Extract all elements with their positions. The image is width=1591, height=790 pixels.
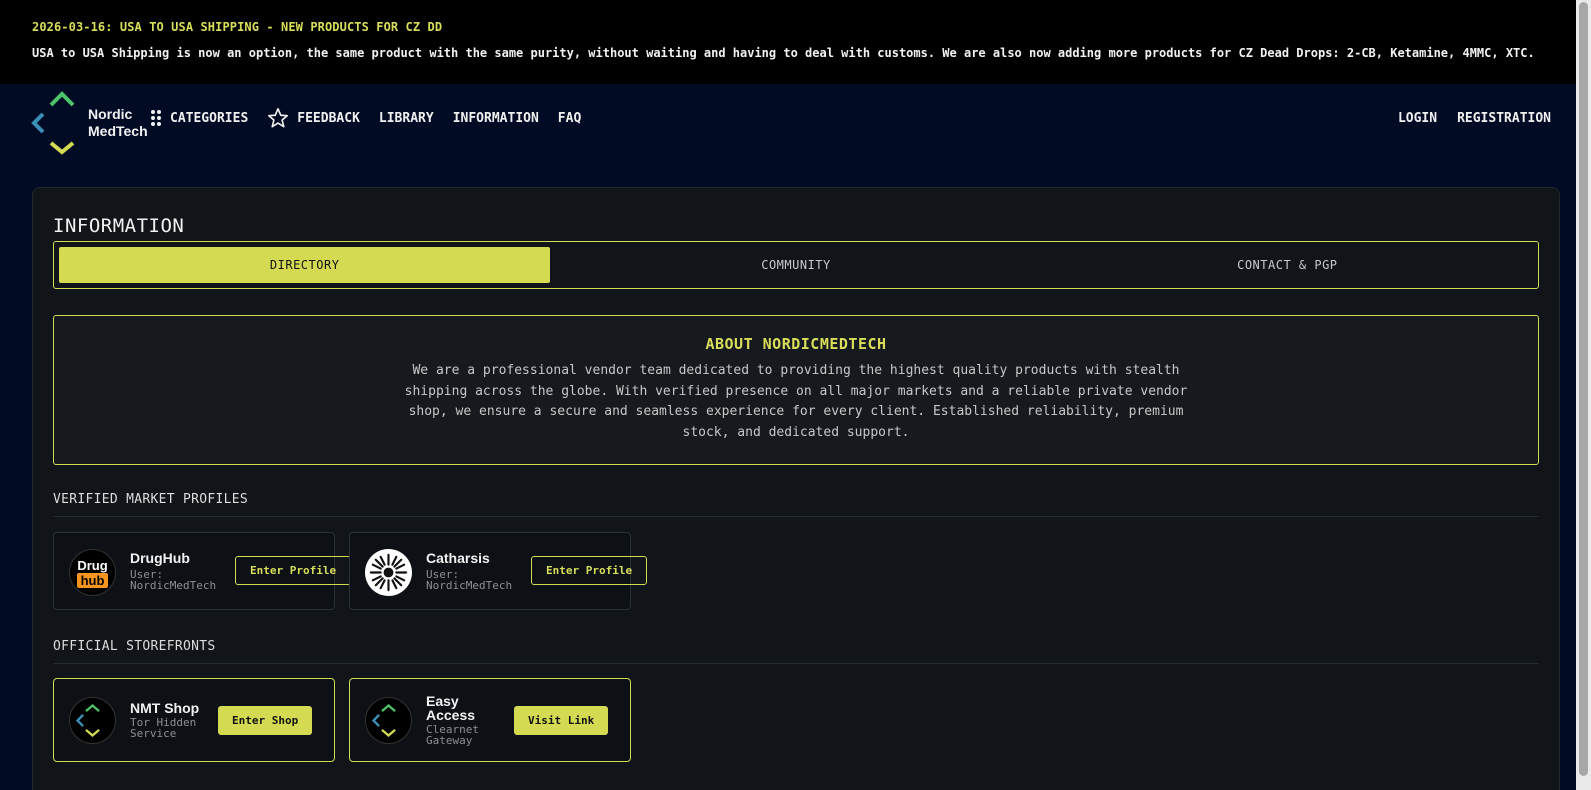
brand-name-line2: MedTech bbox=[88, 123, 148, 139]
enter-profile-button[interactable]: Enter Profile bbox=[235, 556, 352, 585]
main-nav: CATEGORIES FEEDBACK LIBRARY INFORMATION … bbox=[150, 106, 600, 130]
scrollbar-thumb[interactable] bbox=[1579, 2, 1588, 776]
announcement-bar: 2026-03-16: USA TO USA SHIPPING - NEW PR… bbox=[0, 0, 1591, 84]
information-panel: INFORMATION DIRECTORY COMMUNITY CONTACT … bbox=[32, 187, 1560, 790]
market-card-drughub: Drug hub DrugHub User: NordicMedTech Ent… bbox=[53, 532, 352, 610]
visit-link-button[interactable]: Visit Link bbox=[514, 706, 609, 735]
nav-feedback[interactable]: FEEDBACK bbox=[267, 106, 360, 130]
nav-categories[interactable]: CATEGORIES bbox=[150, 106, 248, 130]
tab-contact-pgp[interactable]: CONTACT & PGP bbox=[1042, 247, 1533, 283]
easy-access-logo bbox=[365, 697, 412, 744]
nav-library[interactable]: LIBRARY bbox=[379, 106, 434, 130]
market-name: Catharsis bbox=[426, 550, 490, 566]
market-user-value: NordicMedTech bbox=[130, 579, 217, 592]
market-user-value: NordicMedTech bbox=[426, 579, 513, 592]
catharsis-sunburst-icon bbox=[365, 549, 412, 596]
tab-community[interactable]: COMMUNITY bbox=[550, 247, 1041, 283]
about-box: ABOUT NORDICMEDTECH We are a professiona… bbox=[53, 315, 1539, 465]
drughub-logo: Drug hub bbox=[69, 549, 116, 596]
enter-shop-button[interactable]: Enter Shop bbox=[218, 706, 313, 735]
tab-directory[interactable]: DIRECTORY bbox=[59, 247, 551, 283]
storefront-name-line1: Easy bbox=[426, 693, 459, 709]
nav-feedback-label: FEEDBACK bbox=[297, 110, 360, 126]
nmt-chevrons-icon bbox=[371, 703, 396, 738]
registration-link[interactable]: REGISTRATION bbox=[1457, 106, 1551, 130]
storefront-name: NMT Shop bbox=[130, 700, 200, 716]
about-text: We are a professional vendor team dedica… bbox=[404, 363, 1188, 440]
storefront-type-line2: Service bbox=[130, 727, 177, 740]
market-card-catharsis: Catharsis User: NordicMedTech Enter Prof… bbox=[349, 532, 648, 610]
catharsis-logo bbox=[365, 549, 412, 596]
storefronts-section-title: OFFICIAL STOREFRONTS bbox=[53, 639, 216, 654]
nav-categories-label: CATEGORIES bbox=[170, 110, 249, 126]
markets-section-title: VERIFIED MARKET PROFILES bbox=[53, 492, 249, 507]
storefront-type-line2: Gateway bbox=[426, 734, 473, 747]
nmt-chevrons-icon bbox=[75, 703, 100, 738]
nav-information[interactable]: INFORMATION bbox=[453, 106, 539, 130]
storefront-card-nmt-shop: NMT Shop Tor Hidden Service Enter Shop bbox=[53, 678, 335, 762]
brand-name-line1: Nordic bbox=[88, 106, 133, 122]
account-nav: LOGIN REGISTRATION bbox=[1378, 106, 1551, 130]
drughub-logo-bottom: hub bbox=[77, 572, 108, 588]
star-outline-icon bbox=[267, 107, 289, 129]
storefronts-divider bbox=[53, 663, 1539, 664]
login-link[interactable]: LOGIN bbox=[1398, 106, 1437, 130]
nmt-shop-logo bbox=[69, 697, 116, 744]
page-title: INFORMATION bbox=[53, 215, 185, 237]
market-name: DrugHub bbox=[130, 550, 190, 566]
markets-divider bbox=[53, 516, 1539, 517]
drughub-logo-top: Drug bbox=[77, 557, 108, 573]
brand-logo[interactable]: Nordic MedTech bbox=[30, 88, 148, 158]
brand-name: Nordic MedTech bbox=[88, 106, 148, 140]
storefront-name-line2: Access bbox=[426, 707, 476, 723]
announcement-title: 2026-03-16: USA TO USA SHIPPING - NEW PR… bbox=[32, 20, 443, 34]
announcement-text: USA to USA Shipping is now an option, th… bbox=[32, 46, 1535, 60]
site-header: Nordic MedTech CATEGORIES FEEDBACK LIBRA… bbox=[0, 84, 1591, 184]
enter-profile-button[interactable]: Enter Profile bbox=[531, 556, 648, 585]
storefront-card-easy-access: Easy Access Clearnet Gateway Visit Link bbox=[349, 678, 631, 762]
info-tabs: DIRECTORY COMMUNITY CONTACT & PGP bbox=[53, 241, 1539, 289]
grid-dots-icon bbox=[150, 109, 162, 127]
nav-faq[interactable]: FAQ bbox=[558, 106, 581, 130]
about-title: ABOUT NORDICMEDTECH bbox=[705, 335, 887, 353]
page-scrollbar[interactable] bbox=[1576, 0, 1591, 790]
